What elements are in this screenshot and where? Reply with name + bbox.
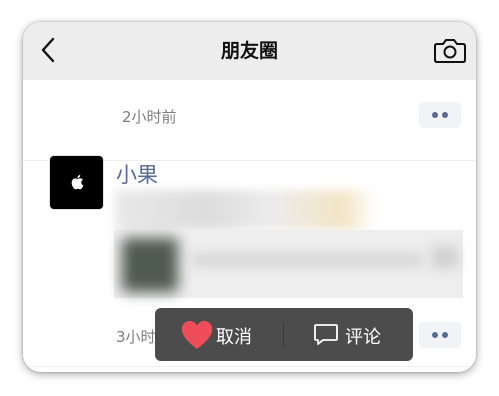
more-dots-icon [432,332,438,338]
navigation-bar: 朋友圈 [23,22,476,80]
more-dots-icon [432,112,438,118]
heart-icon [181,321,213,349]
post-text-blurred [115,190,375,230]
comment-bubble-icon [314,324,338,345]
post-author-name[interactable]: 小果 [116,159,158,189]
post-more-button[interactable] [419,322,461,348]
shared-link-card[interactable] [114,230,463,298]
more-dot [442,112,448,118]
camera-icon [434,39,466,63]
unlike-button[interactable]: 取消 [155,308,283,361]
more-dot [442,332,448,338]
page-title: 朋友圈 [220,40,278,62]
phone-screen: 朋友圈 2小时前 小果 3小时前 取消 评论 [23,22,476,372]
screenshot-stage: 朋友圈 2小时前 小果 3小时前 取消 评论 [0,0,499,396]
post-divider [23,366,476,367]
comment-label: 评论 [345,327,381,348]
unlike-label: 取消 [216,327,252,348]
avatar[interactable] [50,156,103,209]
post-timestamp: 2小时前 [122,108,177,126]
link-thumbnail-image [122,238,178,292]
moments-feed[interactable]: 2小时前 小果 3小时前 取消 评论 [23,80,476,372]
like-comment-popup: 取消 评论 [155,308,413,361]
link-title-blurred [192,254,422,266]
comment-button[interactable]: 评论 [284,308,413,361]
link-title-blurred-tail [432,246,458,268]
post-more-button[interactable] [419,102,461,128]
apple-logo-icon [71,174,84,190]
camera-button[interactable] [432,34,468,66]
